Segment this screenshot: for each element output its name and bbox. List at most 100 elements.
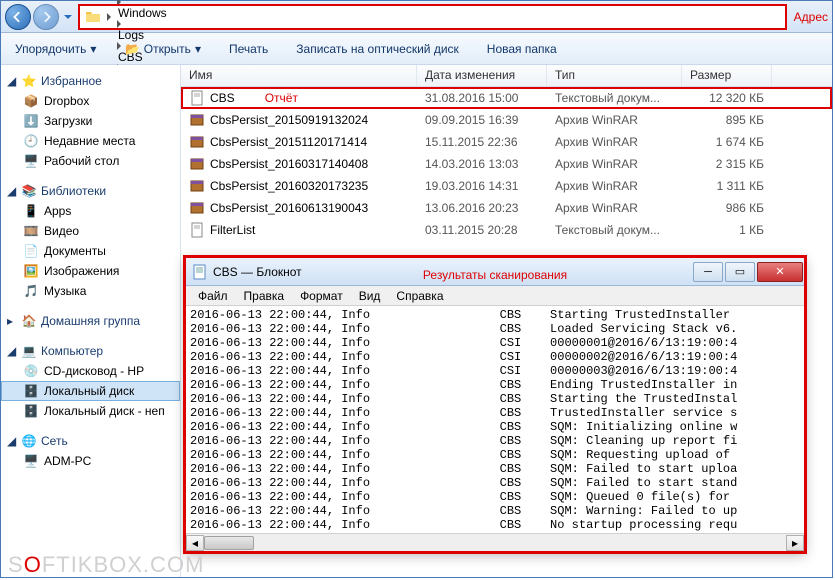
menu-вид[interactable]: Вид <box>351 287 389 305</box>
column-date[interactable]: Дата изменения <box>417 65 547 86</box>
scroll-track[interactable] <box>204 535 786 551</box>
sidebar-item[interactable]: ⬇️Загрузки <box>1 111 180 131</box>
notepad-icon <box>192 264 208 280</box>
file-size: 1 674 КБ <box>682 135 772 149</box>
notepad-content[interactable]: 2016-06-13 22:00:44, Info CBS Starting T… <box>186 306 804 533</box>
sidebar-item[interactable]: 📄Документы <box>1 241 180 261</box>
sidebar-item[interactable]: 🎞️Видео <box>1 221 180 241</box>
organize-button[interactable]: Упорядочить▾ <box>7 39 104 59</box>
sidebar-item[interactable]: 🖥️Рабочий стол <box>1 151 180 171</box>
file-type: Текстовый докум... <box>547 91 682 105</box>
pc-icon: 🖥️ <box>23 453 39 469</box>
maximize-button[interactable]: ▭ <box>725 262 755 282</box>
file-name: CbsPersist_20160317140408 <box>210 157 368 171</box>
homegroup-icon: 🏠 <box>21 313 37 329</box>
file-size: 895 КБ <box>682 113 772 127</box>
file-row[interactable]: CbsPersist_2015112017141415.11.2015 22:3… <box>181 131 832 153</box>
text-file-icon <box>189 222 205 238</box>
file-type: Архив WinRAR <box>547 113 682 127</box>
column-name[interactable]: Имя <box>181 65 417 86</box>
open-icon: 📂 <box>124 41 140 57</box>
archive-icon <box>189 200 205 216</box>
file-size: 1 311 КБ <box>682 179 772 193</box>
sidebar-item[interactable]: 🕘Недавние места <box>1 131 180 151</box>
homegroup-group[interactable]: ▸🏠Домашняя группа <box>1 311 180 331</box>
sidebar-item[interactable]: 💿CD-дисковод - HP <box>1 361 180 381</box>
column-type[interactable]: Тип <box>547 65 682 86</box>
file-row[interactable]: CbsPersist_2016061319004313.06.2016 20:2… <box>181 197 832 219</box>
file-date: 19.03.2016 14:31 <box>417 179 547 193</box>
computer-group[interactable]: ◢💻Компьютер <box>1 341 180 361</box>
file-row[interactable]: FilterList 03.11.2015 20:28Текстовый доку… <box>181 219 832 241</box>
file-size: 2 315 КБ <box>682 157 772 171</box>
file-type: Архив WinRAR <box>547 135 682 149</box>
file-row[interactable]: CbsPersist_20150919132024 09.09.2015 16:3… <box>181 109 832 131</box>
history-dropdown[interactable] <box>61 4 75 30</box>
back-button[interactable] <box>5 4 31 30</box>
sidebar-item[interactable]: 🗄️Локальный диск - неп <box>1 401 180 421</box>
file-date: 03.11.2015 20:28 <box>417 223 547 237</box>
watermark: SOFTIKBOX.COM <box>8 552 204 578</box>
computer-icon: 💻 <box>21 343 37 359</box>
recent-icon: 🕘 <box>23 133 39 149</box>
sidebar-item[interactable]: 🖼️Изображения <box>1 261 180 281</box>
column-size[interactable]: Размер <box>682 65 772 86</box>
network-icon: 🌐 <box>21 433 37 449</box>
file-date: 31.08.2016 15:00 <box>417 91 547 105</box>
file-date: 09.09.2015 16:39 <box>417 113 547 127</box>
file-annotation: Отчёт <box>265 91 298 105</box>
chevron-right-icon[interactable] <box>104 13 114 21</box>
notepad-menubar: ФайлПравкаФорматВидСправка <box>186 286 804 306</box>
sidebar-item[interactable]: 📱Apps <box>1 201 180 221</box>
scroll-left-button[interactable]: ◂ <box>186 535 204 551</box>
archive-icon <box>189 178 205 194</box>
sidebar-item[interactable]: 🗄️Локальный диск <box>1 381 180 401</box>
address-bar[interactable]: КомпьютерЛокальный дискWindowsLogsCBS <box>79 5 786 29</box>
file-name: CbsPersist_20150919132024 <box>210 113 368 127</box>
file-type: Архив WinRAR <box>547 201 682 215</box>
open-button[interactable]: 📂 Открыть▾ <box>116 38 209 60</box>
archive-icon <box>189 156 205 172</box>
chevron-right-icon[interactable] <box>114 20 124 28</box>
menu-справка[interactable]: Справка <box>388 287 451 305</box>
file-date: 13.06.2016 20:23 <box>417 201 547 215</box>
menu-правка[interactable]: Правка <box>236 287 293 305</box>
menu-формат[interactable]: Формат <box>292 287 351 305</box>
dropbox-icon: 📦 <box>23 93 39 109</box>
breadcrumb-2[interactable]: Windows <box>114 6 212 20</box>
burn-button[interactable]: Записать на оптический диск <box>288 39 467 59</box>
file-type: Архив WinRAR <box>547 179 682 193</box>
new-folder-button[interactable]: Новая папка <box>479 39 565 59</box>
menu-файл[interactable]: Файл <box>190 287 236 305</box>
star-icon: ⭐ <box>21 73 37 89</box>
file-row[interactable]: CBSОтчёт31.08.2016 15:00Текстовый докум.… <box>181 87 832 109</box>
video-icon: 🎞️ <box>23 223 39 239</box>
file-name: FilterList <box>210 223 255 237</box>
doc-icon: 📄 <box>23 243 39 259</box>
file-size: 12 320 КБ <box>682 91 772 105</box>
archive-icon <box>189 134 205 150</box>
scroll-thumb[interactable] <box>204 536 254 550</box>
close-button[interactable]: ✕ <box>757 262 803 282</box>
sidebar-item[interactable]: 🎵Музыка <box>1 281 180 301</box>
forward-button[interactable] <box>33 4 59 30</box>
print-button[interactable]: Печать <box>221 39 276 59</box>
apps-icon: 📱 <box>23 203 39 219</box>
file-date: 15.11.2015 22:36 <box>417 135 547 149</box>
file-row[interactable]: CbsPersist_2016032017323519.03.2016 14:3… <box>181 175 832 197</box>
sidebar-item[interactable]: 🖥️ADM-PC <box>1 451 180 471</box>
folder-icon <box>85 9 101 25</box>
sidebar-item[interactable]: 📦Dropbox <box>1 91 180 111</box>
file-type: Текстовый докум... <box>547 223 682 237</box>
horizontal-scrollbar[interactable]: ◂ ▸ <box>186 533 804 551</box>
library-icon: 📚 <box>21 183 37 199</box>
favorites-group[interactable]: ◢⭐Избранное <box>1 71 180 91</box>
navigation-pane: ◢⭐Избранное 📦Dropbox⬇️Загрузки🕘Недавние … <box>1 65 181 577</box>
minimize-button[interactable]: ─ <box>693 262 723 282</box>
network-group[interactable]: ◢🌐Сеть <box>1 431 180 451</box>
file-list[interactable]: CBSОтчёт31.08.2016 15:00Текстовый докум.… <box>181 87 832 241</box>
text-file-icon <box>189 90 205 106</box>
libraries-group[interactable]: ◢📚Библиотеки <box>1 181 180 201</box>
scroll-right-button[interactable]: ▸ <box>786 535 804 551</box>
file-row[interactable]: CbsPersist_2016031714040814.03.2016 13:0… <box>181 153 832 175</box>
